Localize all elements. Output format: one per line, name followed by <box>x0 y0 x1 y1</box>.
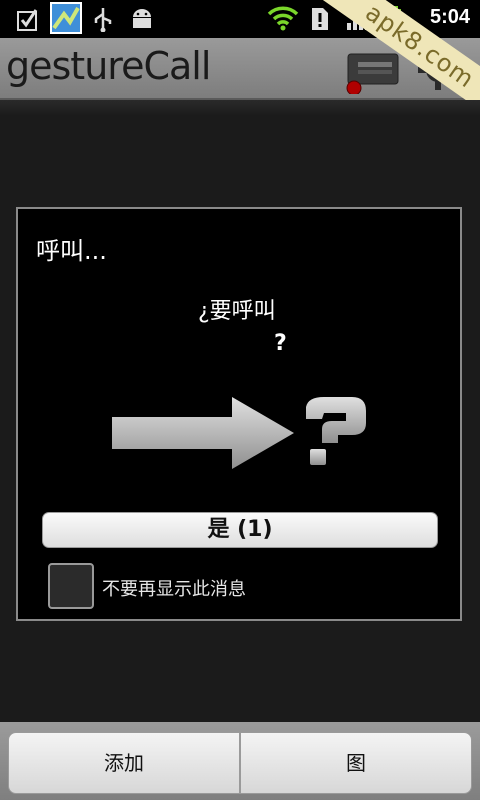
usb-icon <box>92 6 114 36</box>
wifi-icon <box>266 4 300 36</box>
checkbox-label: 不要再显示此消息 <box>102 579 246 600</box>
divider <box>0 100 480 116</box>
dialog-message: ¿要呼叫 <box>198 299 276 324</box>
dialog-question-mark: ? <box>274 331 287 356</box>
arrow-question-icon <box>110 395 380 479</box>
dialog-title: 呼叫... <box>36 237 107 265</box>
android-icon <box>130 6 154 36</box>
checkbox-icon <box>16 6 40 36</box>
call-dialog: 呼叫... ¿要呼叫 ? 是 (1) 不要再显示此消息 <box>16 207 462 621</box>
alert-icon <box>310 6 330 36</box>
bottom-bar: 添加 图 <box>0 722 480 800</box>
image-button[interactable]: 图 <box>240 732 472 794</box>
status-time: 5:04 <box>429 6 470 28</box>
app-title: gestureCall <box>6 44 211 88</box>
add-button[interactable]: 添加 <box>8 732 240 794</box>
image-icon <box>50 2 82 38</box>
dont-show-checkbox[interactable] <box>48 563 94 609</box>
yes-button[interactable]: 是 (1) <box>42 512 438 548</box>
record-button[interactable] <box>346 50 400 96</box>
